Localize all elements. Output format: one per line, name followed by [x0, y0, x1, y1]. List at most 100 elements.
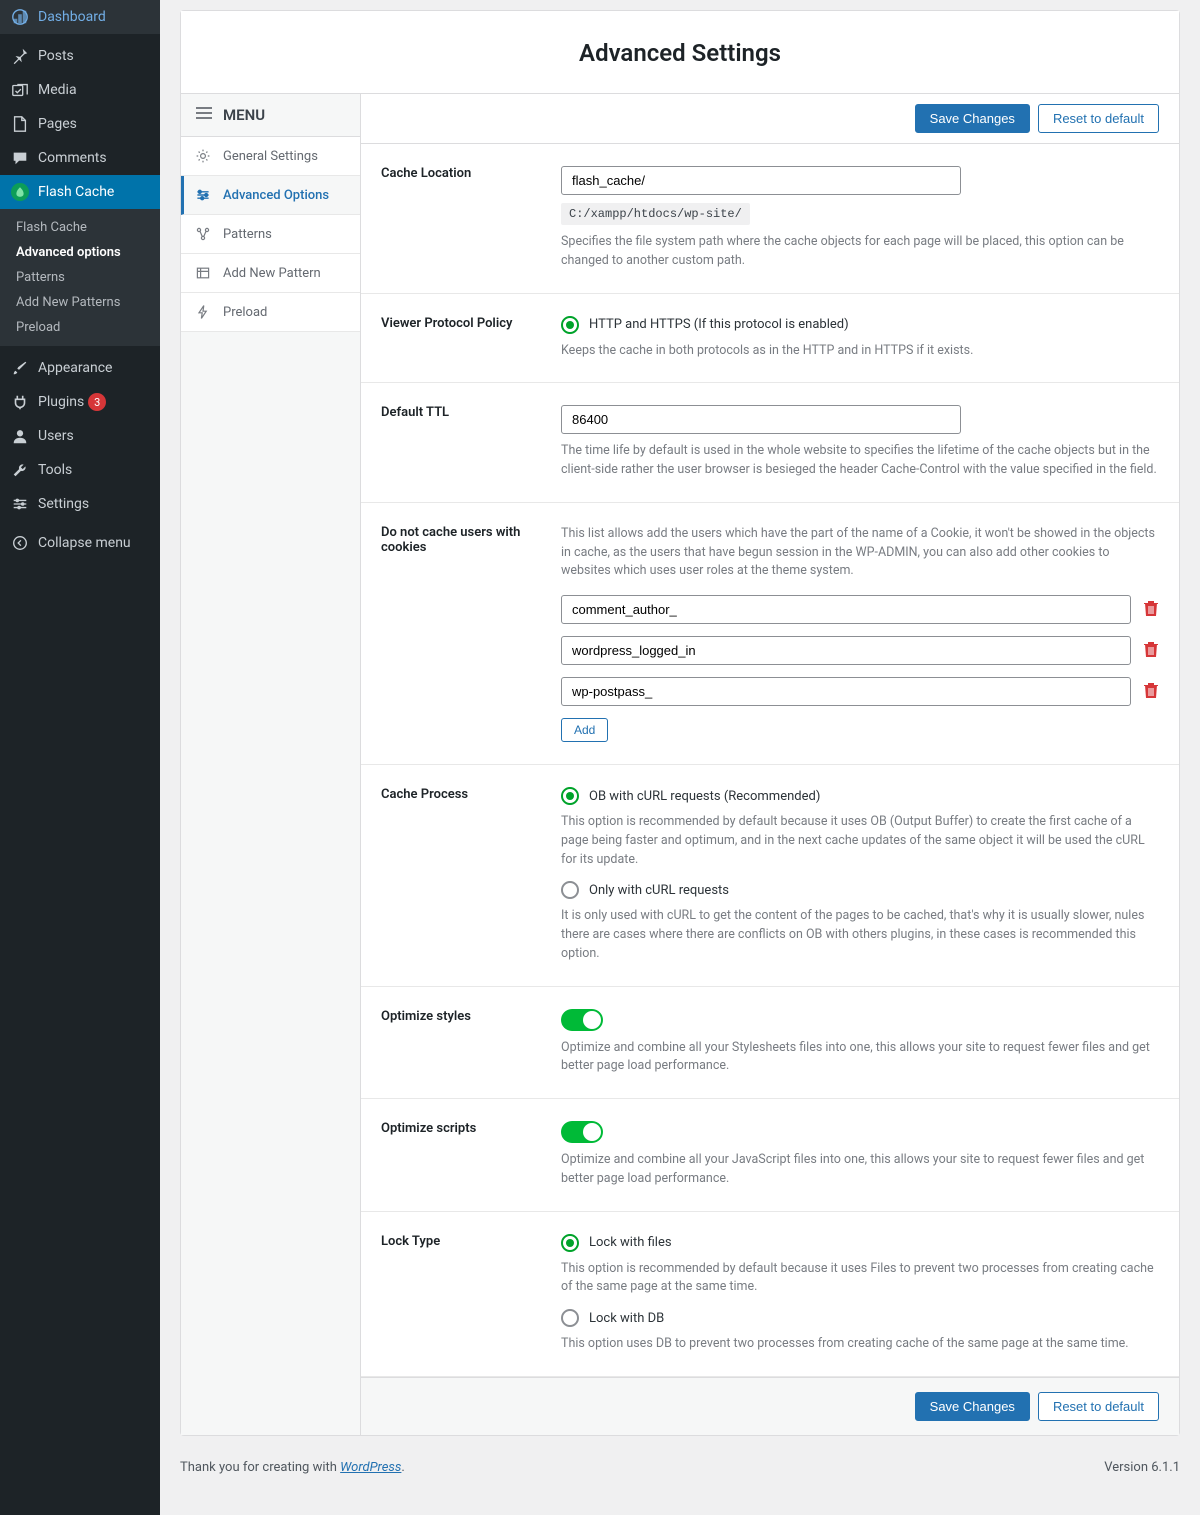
add-cookie-button[interactable]: Add: [561, 718, 608, 742]
cookie-input-1[interactable]: [561, 636, 1131, 665]
nav-preload[interactable]: Preload: [181, 293, 360, 332]
menu-collapse-label: Collapse menu: [38, 535, 131, 551]
nav-add-pattern-label: Add New Pattern: [223, 266, 321, 281]
optimize-styles-label: Optimize styles: [381, 1009, 561, 1077]
submenu-add-new-patterns[interactable]: Add New Patterns: [0, 290, 160, 315]
settings-panel: Advanced Settings MENU General Settings: [180, 10, 1180, 1436]
menu-pages[interactable]: Pages: [0, 107, 160, 141]
menu-media[interactable]: Media: [0, 73, 160, 107]
menu-settings[interactable]: Settings: [0, 487, 160, 521]
cache-process-label: Cache Process: [381, 787, 561, 964]
menu-dashboard[interactable]: Dashboard: [0, 0, 160, 34]
settings-nav: MENU General Settings Advanced Options: [181, 94, 361, 1435]
radio-icon: [561, 1309, 579, 1327]
cookie-input-2[interactable]: [561, 677, 1131, 706]
cache-location-help: Specifies the file system path where the…: [561, 233, 1159, 271]
menu-plugins-label: Plugins: [38, 394, 84, 410]
cache-process-radio-ob[interactable]: OB with cURL requests (Recommended): [561, 787, 1159, 805]
pin-icon: [10, 47, 30, 65]
reset-button[interactable]: Reset to default: [1038, 104, 1159, 133]
optimize-styles-toggle[interactable]: [561, 1009, 603, 1031]
submenu-flash-cache[interactable]: Flash Cache: [0, 215, 160, 240]
optimize-scripts-label: Optimize scripts: [381, 1121, 561, 1189]
wordpress-link[interactable]: WordPress: [340, 1460, 401, 1475]
cache-process-opt2: Only with cURL requests: [589, 883, 729, 898]
field-default-ttl: Default TTL The time life by default is …: [361, 383, 1179, 503]
content-area: Advanced Settings MENU General Settings: [160, 0, 1200, 1515]
hamburger-icon: [195, 106, 213, 124]
radio-icon: [561, 1234, 579, 1252]
cookies-label: Do not cache users with cookies: [381, 525, 561, 742]
save-button[interactable]: Save Changes: [915, 104, 1030, 133]
radio-icon: [561, 787, 579, 805]
menu-flash-cache[interactable]: Flash Cache: [0, 175, 160, 209]
cache-process-radio-curl[interactable]: Only with cURL requests: [561, 881, 1159, 899]
cache-location-input[interactable]: [561, 166, 961, 195]
brush-icon: [10, 359, 30, 377]
submenu-advanced-options[interactable]: Advanced options: [0, 240, 160, 265]
menu-plugins[interactable]: Plugins 3: [0, 385, 160, 419]
lock-type-help2: This option uses DB to prevent two proce…: [561, 1335, 1159, 1354]
save-button-bottom[interactable]: Save Changes: [915, 1392, 1030, 1421]
pattern-icon: [195, 226, 213, 242]
viewer-protocol-help: Keeps the cache in both protocols as in …: [561, 342, 1159, 361]
lock-type-help1: This option is recommended by default be…: [561, 1260, 1159, 1298]
field-cache-location: Cache Location C:/xampp/htdocs/wp-site/ …: [361, 144, 1179, 294]
field-optimize-scripts: Optimize scripts Optimize and combine al…: [361, 1099, 1179, 1212]
menu-pages-label: Pages: [38, 116, 77, 132]
menu-appearance-label: Appearance: [38, 360, 112, 376]
field-cache-process: Cache Process OB with cURL requests (Rec…: [361, 765, 1179, 987]
trash-icon[interactable]: [1143, 599, 1159, 621]
menu-users-label: Users: [38, 428, 74, 444]
menu-tools[interactable]: Tools: [0, 453, 160, 487]
radio-icon: [561, 316, 579, 334]
menu-users[interactable]: Users: [0, 419, 160, 453]
lock-type-radio-files[interactable]: Lock with files: [561, 1234, 1159, 1252]
sliders-icon: [10, 495, 30, 513]
settings-nav-heading: MENU: [223, 106, 265, 124]
plug-icon: [10, 393, 30, 411]
menu-appearance[interactable]: Appearance: [0, 351, 160, 385]
submenu-patterns[interactable]: Patterns: [0, 265, 160, 290]
cache-location-path: C:/xampp/htdocs/wp-site/: [561, 203, 750, 225]
user-icon: [10, 427, 30, 445]
nav-general-settings[interactable]: General Settings: [181, 137, 360, 176]
footer-thanks: Thank you for creating with WordPress.: [180, 1460, 405, 1475]
default-ttl-label: Default TTL: [381, 405, 561, 480]
menu-settings-label: Settings: [38, 496, 89, 512]
cache-process-help2: It is only used with cURL to get the con…: [561, 907, 1159, 963]
field-viewer-protocol: Viewer Protocol Policy HTTP and HTTPS (I…: [361, 294, 1179, 384]
cache-process-opt1: OB with cURL requests (Recommended): [589, 789, 820, 804]
viewer-protocol-option: HTTP and HTTPS (If this protocol is enab…: [589, 317, 849, 332]
menu-comments-label: Comments: [38, 150, 107, 166]
nav-add-pattern[interactable]: Add New Pattern: [181, 254, 360, 293]
trash-icon[interactable]: [1143, 681, 1159, 703]
plugins-badge: 3: [88, 393, 106, 411]
footer-version: Version 6.1.1: [1104, 1460, 1180, 1475]
menu-comments[interactable]: Comments: [0, 141, 160, 175]
sliders-icon: [195, 187, 213, 203]
gear-icon: [195, 148, 213, 164]
field-optimize-styles: Optimize styles Optimize and combine all…: [361, 987, 1179, 1100]
media-icon: [10, 81, 30, 99]
trash-icon[interactable]: [1143, 640, 1159, 662]
viewer-protocol-radio[interactable]: HTTP and HTTPS (If this protocol is enab…: [561, 316, 1159, 334]
nav-patterns[interactable]: Patterns: [181, 215, 360, 254]
default-ttl-input[interactable]: [561, 405, 961, 434]
menu-dashboard-label: Dashboard: [38, 9, 106, 25]
nav-general-label: General Settings: [223, 149, 318, 164]
optimize-styles-help: Optimize and combine all your Stylesheet…: [561, 1039, 1159, 1077]
optimize-scripts-toggle[interactable]: [561, 1121, 603, 1143]
lock-type-radio-db[interactable]: Lock with DB: [561, 1309, 1159, 1327]
toolbar-bottom: Save Changes Reset to default: [361, 1377, 1179, 1435]
lock-type-opt1: Lock with files: [589, 1235, 672, 1250]
submenu-preload[interactable]: Preload: [0, 315, 160, 340]
cookie-input-0[interactable]: [561, 595, 1131, 624]
dashboard-icon: [10, 8, 30, 26]
nav-advanced-options[interactable]: Advanced Options: [181, 176, 360, 215]
default-ttl-help: The time life by default is used in the …: [561, 442, 1159, 480]
menu-posts[interactable]: Posts: [0, 39, 160, 73]
nav-preload-label: Preload: [223, 305, 267, 320]
menu-collapse[interactable]: Collapse menu: [0, 526, 160, 560]
reset-button-bottom[interactable]: Reset to default: [1038, 1392, 1159, 1421]
